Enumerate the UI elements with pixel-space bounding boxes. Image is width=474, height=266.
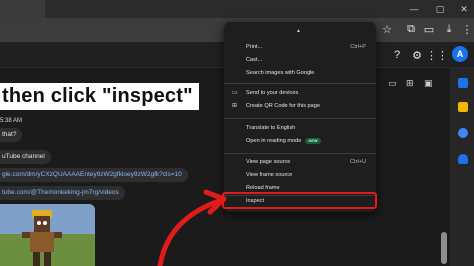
menu-item-view-frame-source[interactable]: View frame source: [224, 170, 376, 180]
extensions-button[interactable]: ⧉: [402, 20, 420, 38]
video-icon[interactable]: ▭: [388, 78, 397, 89]
side-panel-rail: [450, 68, 474, 266]
star-icon: ☆: [382, 23, 392, 36]
menu-item-label: Send to your devices: [246, 90, 299, 96]
video-thumbnail[interactable]: [0, 204, 95, 266]
calendar-icon[interactable]: [458, 78, 468, 88]
minimize-button[interactable]: —: [402, 0, 426, 18]
tab-strip[interactable]: [0, 0, 45, 18]
chat-link[interactable]: gle.com/dm/yCXzQUAAAAEntey9zW2gfkloey9zW…: [0, 168, 188, 182]
gear-icon: ⚙: [412, 49, 422, 62]
close-window-button[interactable]: ✕: [452, 0, 474, 18]
extensions-icon: ⧉: [407, 22, 415, 35]
window-titlebar: — ▢ ✕: [0, 0, 474, 18]
grid-view-icon[interactable]: ⊞: [406, 78, 414, 89]
chat-message: uTube channel: [0, 150, 51, 164]
video-caption: then click "inspect": [0, 83, 199, 110]
contacts-icon[interactable]: [458, 154, 468, 164]
menu-item-cast[interactable]: Cast...: [224, 55, 376, 65]
apps-grid-icon: ⋮⋮: [426, 49, 448, 62]
menu-item-search-images[interactable]: Search images with Google: [224, 68, 376, 78]
menu-item-label: Print...: [246, 44, 263, 50]
qr-code-icon: ⊞: [232, 103, 238, 109]
avatar-character-image: [22, 210, 62, 266]
devices-icon: ▭: [232, 90, 238, 96]
menu-divider: [224, 153, 376, 154]
menu-item-label: Open in reading mode NEW: [246, 136, 321, 146]
menu-item-send-to-devices[interactable]: ▭ Send to your devices: [224, 88, 376, 98]
close-icon: ✕: [460, 3, 468, 14]
inspect-highlight-box: [222, 192, 377, 209]
new-badge: NEW: [305, 137, 321, 144]
menu-divider: [224, 83, 376, 84]
apps-button[interactable]: ⋮⋮: [426, 46, 448, 64]
menu-item-translate[interactable]: Translate to English: [224, 123, 376, 133]
maximize-button[interactable]: ▢: [428, 0, 452, 18]
browser-menu-button[interactable]: ⋮: [458, 20, 474, 38]
menu-item-label: View frame source: [246, 172, 293, 178]
menu-divider: [224, 118, 376, 119]
menu-item-reading-mode[interactable]: Open in reading mode NEW: [224, 136, 376, 146]
help-icon: ?: [393, 49, 401, 61]
keep-icon[interactable]: [458, 102, 468, 112]
download-button[interactable]: ⤓: [440, 20, 458, 38]
avatar[interactable]: A: [452, 46, 468, 62]
menu-item-shortcut: Ctrl+U: [349, 159, 366, 165]
reading-mode-label: Open in reading mode: [246, 138, 302, 144]
menu-item-label: View page source: [246, 159, 291, 165]
bookmark-star-button[interactable]: ☆: [378, 20, 396, 38]
menu-item-view-page-source[interactable]: View page source Ctrl+U: [224, 157, 376, 167]
menu-item-qr-code[interactable]: ⊞ Create QR Code for this page: [224, 101, 376, 111]
menu-item-shortcut: Ctrl+P: [350, 44, 366, 50]
menu-item-print[interactable]: Print... Ctrl+P: [224, 42, 376, 52]
menu-item-label: Cast...: [246, 57, 263, 63]
menu-item-label: Create QR Code for this page: [246, 103, 320, 109]
settings-button[interactable]: ⚙: [408, 46, 426, 64]
chat-timestamp: 5:38 AM: [0, 118, 23, 124]
more-menu-icon: ⋮: [461, 23, 473, 36]
scrollbar[interactable]: [441, 232, 447, 264]
chat-link[interactable]: tube.com/@Themonkeking-jm7rg/videos: [0, 186, 125, 200]
download-icon: ⤓: [446, 22, 452, 35]
context-menu: ▲ Print... Ctrl+P Cast... Search images …: [224, 22, 376, 212]
menu-item-label: Search images with Google: [246, 70, 315, 76]
menu-item-label: Translate to English: [246, 125, 296, 131]
menu-scroll-up-icon: ▲: [296, 28, 301, 34]
minimize-icon: —: [409, 4, 419, 14]
tasks-icon[interactable]: [458, 128, 468, 138]
side-panel-button[interactable]: ▭: [420, 20, 438, 38]
chat-message: that?: [0, 128, 23, 142]
help-button[interactable]: ?: [388, 46, 406, 64]
maximize-icon: ▢: [435, 3, 445, 14]
avatar-initial: A: [456, 49, 464, 59]
picture-in-picture-icon[interactable]: ▣: [424, 78, 433, 89]
side-panel-icon: ▭: [423, 23, 435, 36]
